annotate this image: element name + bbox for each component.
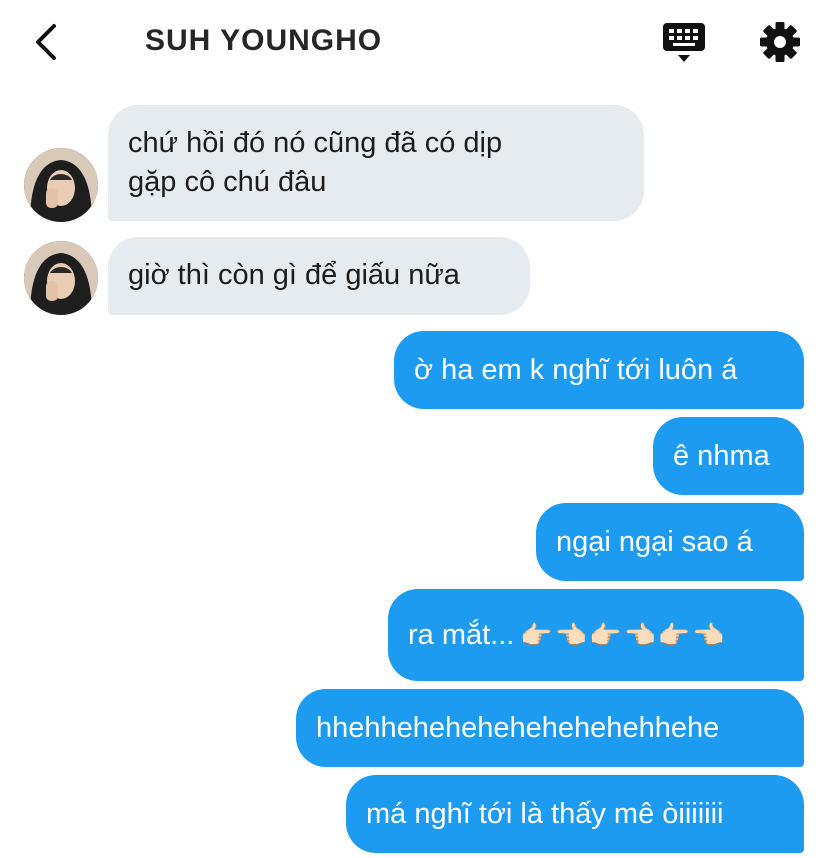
message-text-line: chứ hồi đó nó cũng đã có dịp [128, 127, 503, 159]
message-text: giờ thì còn gì để giấu nữa [128, 259, 460, 291]
keyboard-icon[interactable] [660, 20, 708, 66]
message-text: ngại ngại sao á [556, 525, 753, 558]
message-bubble-outgoing[interactable]: ê nhma [653, 417, 804, 495]
message-bubble-incoming[interactable]: giờ thì còn gì để giấu nữa [108, 237, 530, 315]
message-text: hhehhehehehehehehehehhehe [316, 711, 720, 744]
message-bubble-outgoing[interactable]: ra mắt... 👉🏻👈🏻👉🏻👈🏻👉🏻👈🏻 [388, 589, 804, 681]
message-text-line: gặp cô chú đâu [128, 166, 327, 198]
message-text: ê nhma [673, 439, 770, 472]
message-text: ra mắt... [408, 618, 515, 651]
message-bubble-outgoing[interactable]: hhehhehehehehehehehehhehe [296, 689, 804, 767]
conversation-title: SUH YOUNGHO [145, 24, 383, 57]
gear-icon[interactable] [758, 20, 802, 64]
chat-header: SUH YOUNGHO [0, 0, 828, 86]
message-text: má nghĩ tới là thấy mê òiiiiiii [366, 797, 724, 830]
message-bubble-outgoing[interactable]: má nghĩ tới là thấy mê òiiiiiii [346, 775, 804, 853]
message-bubble-incoming[interactable]: chứ hồi đó nó cũng đã có dịp gặp cô chú … [108, 105, 644, 221]
message-bubble-outgoing[interactable]: ờ ha em k nghĩ tới luôn á [394, 331, 804, 409]
message-text: ờ ha em k nghĩ tới luôn á [414, 353, 738, 386]
chevron-left-icon[interactable] [28, 22, 68, 62]
message-bubble-outgoing[interactable]: ngại ngại sao á [536, 503, 804, 581]
avatar[interactable] [24, 241, 98, 315]
avatar[interactable] [24, 148, 98, 222]
pointing-hands-emoji: 👉🏻👈🏻👉🏻👈🏻👉🏻👈🏻 [520, 619, 727, 650]
